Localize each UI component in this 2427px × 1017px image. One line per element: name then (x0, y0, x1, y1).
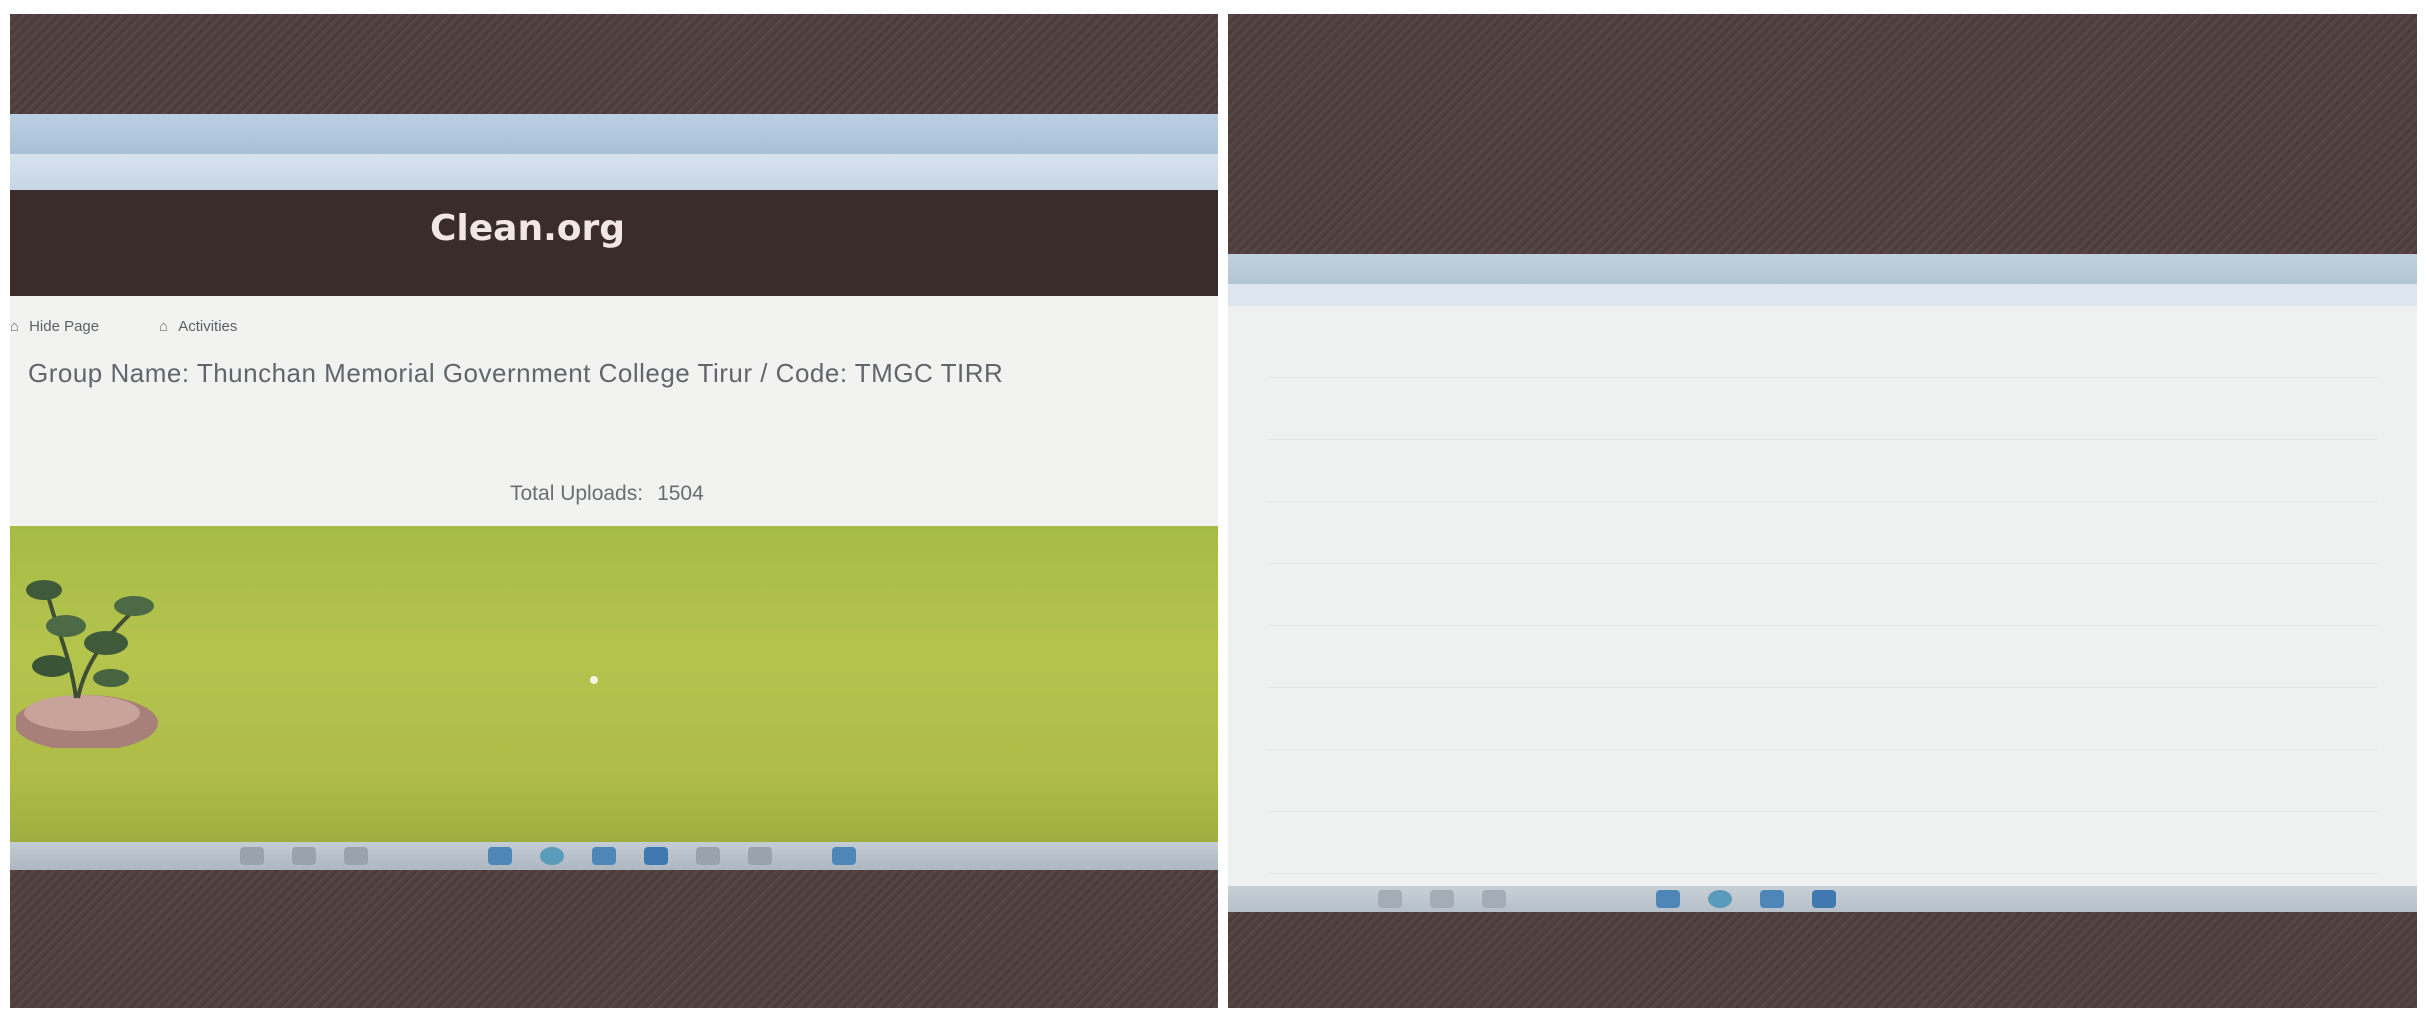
browser-tab-strip (1228, 254, 2417, 284)
total-uploads: Total Uploads: 1504 (510, 482, 704, 506)
activities-link[interactable]: ⌂ Activities (159, 318, 237, 335)
total-uploads-label: Total Uploads: (510, 482, 644, 505)
monitor-bezel-bottom (10, 870, 1218, 1008)
taskbar-app-icon[interactable] (1656, 890, 1680, 908)
table-row (1268, 502, 2377, 564)
taskbar-app-icon[interactable] (592, 847, 616, 865)
group-list-table (1268, 316, 2377, 874)
logo-text-main: Clean (430, 208, 544, 249)
taskbar-app-icon[interactable] (240, 847, 264, 865)
taskbar-app-icon[interactable] (1812, 890, 1836, 908)
home-link[interactable]: ⌂ Hide Page (10, 318, 99, 335)
table-row (1268, 750, 2377, 812)
taskbar-app-icon[interactable] (696, 847, 720, 865)
table-row (1268, 626, 2377, 688)
site-header: Clean.org (10, 190, 1218, 296)
photo-right-screen (1228, 14, 2417, 1008)
taskbar-app-icon[interactable] (1482, 890, 1506, 908)
desktop-wallpaper (10, 526, 1218, 842)
browser-window (1228, 254, 2417, 912)
taskbar-app-icon[interactable] (1430, 890, 1454, 908)
group-name-heading: Group Name: Thunchan Memorial Government… (28, 358, 1004, 388)
plant-wallpaper-icon (16, 580, 158, 748)
table-row (1268, 378, 2377, 440)
taskbar-app-icon[interactable] (832, 847, 856, 865)
browser-taskbar-icon[interactable] (1708, 890, 1732, 908)
total-uploads-value: 1504 (657, 482, 704, 505)
table-row (1268, 688, 2377, 750)
logo-text-suffix: .org (543, 208, 626, 249)
table-row (1268, 564, 2377, 626)
mouse-cursor (590, 676, 598, 684)
photo-left-screen: Clean.org ⌂ Hide Page ⌂ Activities Group N… (10, 14, 1218, 1008)
taskbar-app-icon[interactable] (488, 847, 512, 865)
page-subtoolbar: ⌂ Hide Page ⌂ Activities (10, 318, 237, 335)
browser-window: Clean.org ⌂ Hide Page ⌂ Activities Group N… (10, 114, 1218, 870)
address-bar[interactable] (1228, 284, 2417, 306)
home-icon: ⌂ (10, 318, 20, 335)
table-row (1268, 316, 2377, 378)
taskbar-app-icon[interactable] (292, 847, 316, 865)
browser-taskbar-icon[interactable] (540, 847, 564, 865)
site-nav (10, 256, 1218, 290)
taskbar (1228, 886, 2417, 912)
taskbar-app-icon[interactable] (644, 847, 668, 865)
table-row (1268, 812, 2377, 874)
table-row (1268, 440, 2377, 502)
site-logo[interactable]: Clean.org (430, 208, 625, 249)
monitor-bezel-top (1228, 14, 2417, 254)
monitor-bezel-bottom (1228, 912, 2417, 1008)
home-link-label: Hide Page (29, 318, 100, 335)
taskbar-app-icon[interactable] (748, 847, 772, 865)
taskbar-app-icon[interactable] (1760, 890, 1784, 908)
taskbar (10, 842, 1218, 870)
taskbar-app-icon[interactable] (344, 847, 368, 865)
activities-link-label: Activities (178, 318, 238, 335)
activities-icon: ⌂ (159, 318, 169, 335)
taskbar-app-icon[interactable] (1378, 890, 1402, 908)
monitor-bezel-top (10, 14, 1218, 114)
browser-tab-strip (10, 114, 1218, 154)
address-bar[interactable] (10, 154, 1218, 190)
